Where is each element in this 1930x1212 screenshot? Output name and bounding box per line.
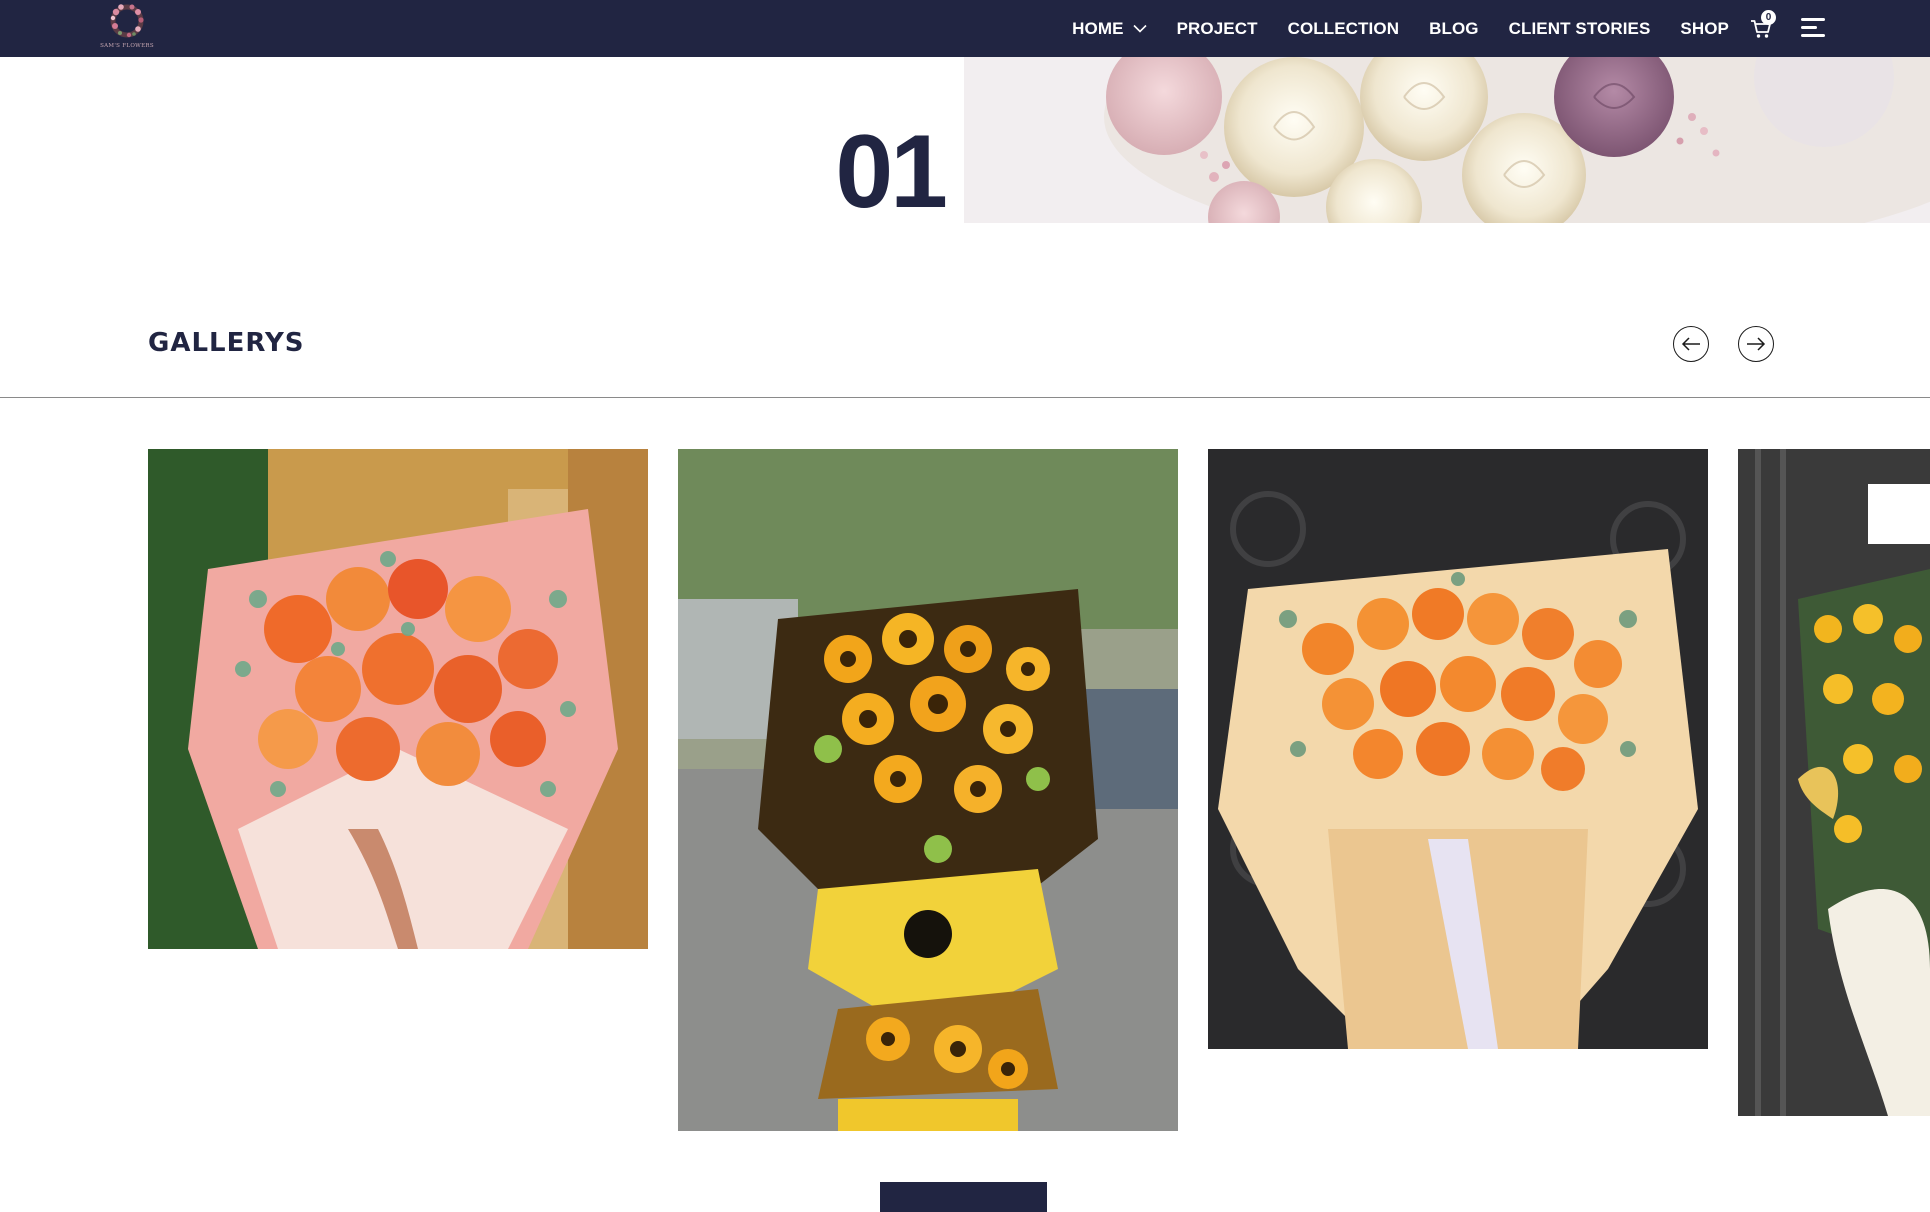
nav-shop[interactable]: SHOP bbox=[1680, 19, 1729, 39]
gallery-item-4[interactable] bbox=[1738, 449, 1930, 1116]
cart-count-badge: 0 bbox=[1761, 10, 1776, 25]
roses-illustration bbox=[964, 57, 1930, 223]
nav-shop-label: SHOP bbox=[1680, 18, 1729, 38]
gallery-item-3[interactable] bbox=[1208, 449, 1708, 1049]
nav-home[interactable]: HOME bbox=[1072, 18, 1147, 39]
chevron-down-icon bbox=[1133, 24, 1147, 33]
gallery-title: GALLERYS bbox=[148, 328, 305, 358]
gallery-prev-button[interactable] bbox=[1673, 326, 1709, 362]
gallery-item-2[interactable] bbox=[678, 449, 1178, 1131]
brand-logo[interactable]: SAM'S FLOWERS bbox=[98, 2, 156, 54]
gallery-item-1[interactable] bbox=[148, 449, 648, 949]
nav-client-stories-label: CLIENT STORIES bbox=[1508, 18, 1651, 38]
nav-collection-label: COLLECTION bbox=[1287, 18, 1400, 38]
arrow-right-icon bbox=[1747, 337, 1766, 351]
gallery-next-button[interactable] bbox=[1738, 326, 1774, 362]
nav-collection[interactable]: COLLECTION bbox=[1288, 19, 1400, 39]
nav-blog-label: BLOG bbox=[1429, 18, 1479, 38]
top-navbar: SAM'S FLOWERS HOME PROJECT COLLECTION BL… bbox=[0, 0, 1930, 57]
slide-number: 01 bbox=[835, 114, 948, 230]
nav-blog[interactable]: BLOG bbox=[1429, 19, 1479, 39]
gallery-image-orange-roses-pink bbox=[148, 449, 648, 949]
hero-roses-image bbox=[964, 57, 1930, 223]
gallery-image-orange-roses-cream bbox=[1208, 449, 1708, 1049]
nav-home-label: HOME bbox=[1072, 18, 1124, 38]
menu-icon[interactable] bbox=[1801, 17, 1827, 39]
brand-name: SAM'S FLOWERS bbox=[100, 43, 154, 49]
gallery-image-sunflower-stand bbox=[678, 449, 1178, 1131]
nav-project[interactable]: PROJECT bbox=[1177, 19, 1258, 39]
main-navigation: HOME PROJECT COLLECTION BLOG CLIENT STOR… bbox=[1072, 0, 1729, 57]
gallery-image-yellow-stand bbox=[1738, 449, 1930, 1116]
flower-wreath-logo bbox=[110, 4, 144, 38]
nav-project-label: PROJECT bbox=[1176, 18, 1258, 38]
section-divider bbox=[0, 397, 1930, 398]
nav-client-stories[interactable]: CLIENT STORIES bbox=[1509, 19, 1651, 39]
arrow-left-icon bbox=[1681, 337, 1700, 351]
load-more-button[interactable] bbox=[880, 1182, 1047, 1212]
